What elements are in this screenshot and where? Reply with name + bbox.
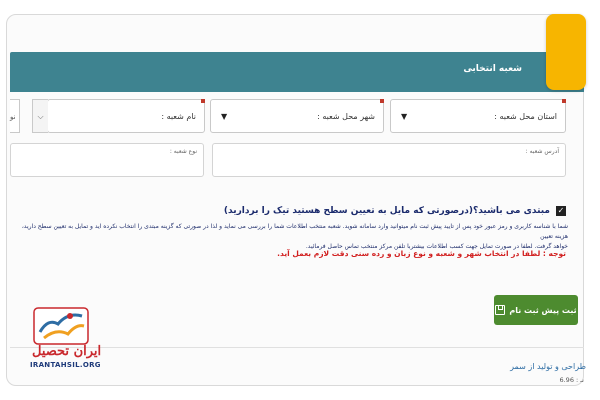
branch-address-placeholder: آدرس شعبه : [525,148,559,155]
province-select-label: استان محل شعبه : [494,112,557,121]
branch-type-field[interactable]: نوع شعبه : [10,143,204,177]
branch-name-select[interactable]: نام شعبه : [47,99,205,133]
required-marker [380,99,384,103]
required-marker [201,99,205,103]
logo-url[interactable]: IRANTAHSIL.ORG [30,361,101,369]
logo-text: ایران تحصیل [32,344,102,359]
language-select-edge[interactable]: نو [10,99,20,133]
chevron-down-icon: ⌵ [37,112,44,121]
chevron-down-icon: ▼ [221,112,228,121]
submit-preregistration-button[interactable]: ثبت پیش ثبت نام [494,295,578,325]
warning-text: توجه : لطفا در انتخاب شهر و شعبه و نوع ز… [277,249,566,258]
city-select-label: شهر محل شعبه : [317,112,375,121]
required-marker [562,99,566,103]
footer-version: 6.96 : نـ [559,376,584,384]
language-select-edge-label: نو [10,113,16,121]
footer-credit-link[interactable]: طراحی و تولید از سمر [510,362,586,371]
city-select[interactable]: شهر محل شعبه : ▼ [210,99,384,133]
beginner-checkbox[interactable]: ✓ [556,206,566,216]
iran-tahsil-logo [33,307,89,345]
beginner-label: مبتدی می باشید؟(درصورتی که مایل به تعیین… [223,206,550,216]
submit-label: ثبت پیش ثبت نام [509,305,577,315]
branch-name-select-label: نام شعبه : [161,112,196,121]
info-text: شما با شناسه کاربری و رمز عبور خود پس از… [14,222,568,252]
branch-type-placeholder: نوع شعبه : [169,148,197,155]
info-line: شما با شناسه کاربری و رمز عبور خود پس از… [21,223,568,240]
beginner-option[interactable]: ✓ مبتدی می باشید؟(درصورتی که مایل به تعی… [224,206,566,216]
province-select[interactable]: استان محل شعبه : ▼ [390,99,566,133]
section-title: شعبه انتخابی [463,64,522,74]
chevron-down-icon: ▼ [401,112,408,121]
save-icon [495,305,506,315]
corner-badge [546,14,586,90]
branch-address-field[interactable]: آدرس شعبه : [212,143,566,177]
branch-dropdown-toggle[interactable]: ⌵ [32,99,48,133]
